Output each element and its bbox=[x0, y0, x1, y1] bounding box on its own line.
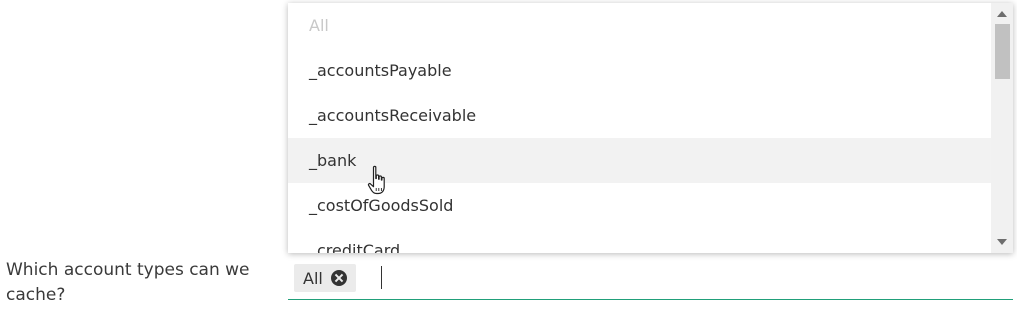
scrollbar-thumb[interactable] bbox=[995, 24, 1010, 79]
scroll-down-arrow-icon[interactable] bbox=[997, 239, 1007, 245]
question-label: Which account types can we cache? bbox=[6, 260, 250, 305]
option-accounts-receivable[interactable]: _accountsReceivable bbox=[288, 93, 991, 138]
options-dropdown: All _accountsPayable _accountsReceivable… bbox=[288, 3, 1013, 253]
option-credit-card[interactable]: _creditCard bbox=[288, 228, 991, 253]
form-stage: Which account types can we cache? All Al… bbox=[0, 0, 1017, 309]
option-bank[interactable]: _bank bbox=[288, 138, 991, 183]
account-types-select[interactable]: All bbox=[288, 255, 1013, 300]
scroll-up-arrow-icon[interactable] bbox=[997, 11, 1007, 17]
option-accounts-payable[interactable]: _accountsPayable bbox=[288, 48, 991, 93]
selected-chip-all: All bbox=[294, 264, 356, 292]
option-cost-of-goods-sold[interactable]: _costOfGoodsSold bbox=[288, 183, 991, 228]
option-all: All bbox=[309, 16, 329, 35]
options-list: All _accountsPayable _accountsReceivable… bbox=[288, 3, 991, 253]
select-search-input[interactable] bbox=[383, 261, 987, 295]
text-caret bbox=[381, 266, 382, 289]
dropdown-scrollbar[interactable] bbox=[991, 3, 1013, 253]
hand-pointer-icon bbox=[367, 165, 385, 195]
close-circle-icon[interactable] bbox=[330, 270, 347, 286]
chip-label: All bbox=[303, 268, 323, 288]
